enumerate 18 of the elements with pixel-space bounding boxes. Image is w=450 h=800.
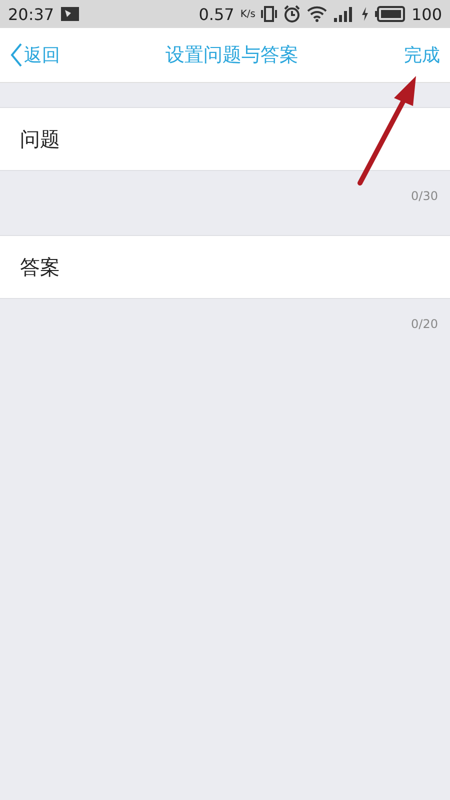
text-field[interactable]: 问题 xyxy=(0,107,450,171)
text-field[interactable]: 答案 xyxy=(0,235,450,299)
page-title: 设置问题与答案 xyxy=(164,43,300,68)
charging-icon xyxy=(361,7,370,21)
back-chevron-icon xyxy=(10,43,22,67)
network-speed: 0.57 xyxy=(198,4,234,24)
notification-icon xyxy=(60,6,80,22)
clock-time: 20:37 xyxy=(8,4,54,24)
alarm-icon xyxy=(283,5,302,23)
speed-unit: K/s xyxy=(240,8,256,20)
wifi-icon xyxy=(307,6,328,22)
battery-icon xyxy=(375,6,406,22)
vibrate-icon xyxy=(261,6,278,22)
character-counter: 0/20 xyxy=(411,317,438,333)
back-button[interactable]: 返回 xyxy=(10,43,60,67)
battery-level: 100 xyxy=(411,4,442,24)
done-button[interactable]: 完成 xyxy=(404,43,440,67)
character-counter: 0/30 xyxy=(411,189,438,205)
